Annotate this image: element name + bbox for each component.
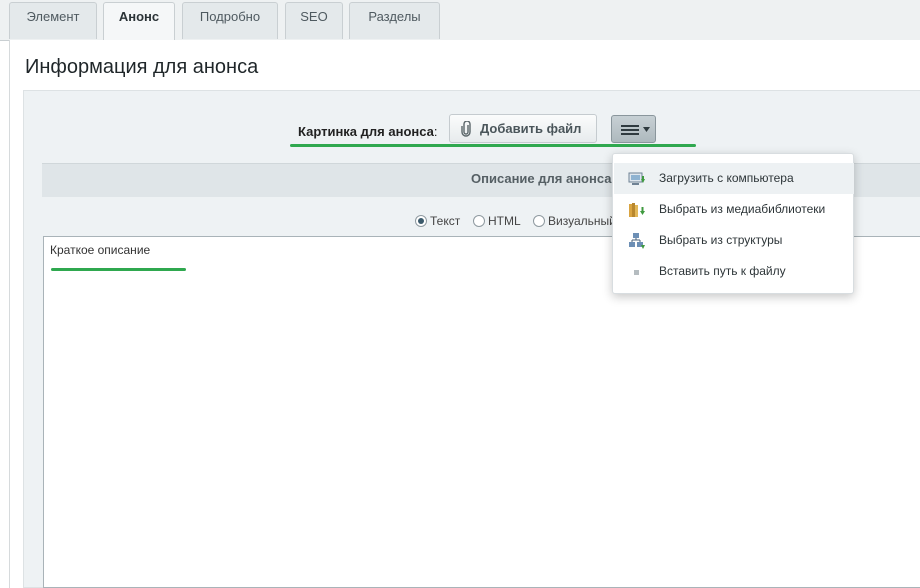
radio-button-checked[interactable] [415,215,427,227]
picture-label: Картинка для анонса: [298,124,437,139]
description-title: Описание для анонса [471,171,612,186]
bullet-icon [634,270,639,275]
radio-button[interactable] [533,215,545,227]
file-source-dropdown: Загрузить с компьютера Выбрать из медиаб… [612,153,854,294]
file-menu-button[interactable] [611,115,656,143]
radio-text-label: Текст [430,214,461,228]
tab-sections[interactable]: Разделы [349,2,440,39]
radio-button[interactable] [473,215,485,227]
tab-details[interactable]: Подробно [182,2,278,39]
menu-item-label: Выбрать из структуры [659,233,783,247]
menu-item-structure[interactable]: Выбрать из структуры [614,225,854,256]
highlight-underline [290,144,696,147]
media-library-icon [629,203,645,217]
menu-item-label: Загрузить с компьютера [659,171,794,185]
radio-visual[interactable]: Визуальный [533,214,616,228]
highlight-underline-description [51,268,186,271]
radio-html-label: HTML [488,214,521,228]
add-file-button[interactable]: Добавить файл [449,114,597,143]
tab-bar: Элемент Анонс Подробно SEO Разделы [0,0,920,42]
structure-icon [629,233,645,249]
radio-visual-label: Визуальный [548,214,616,228]
paperclip-icon [461,121,471,137]
page-title: Информация для анонса [25,56,259,78]
picture-label-colon: : [433,124,438,139]
radio-html[interactable]: HTML [473,214,521,228]
menu-item-label: Вставить путь к файлу [659,264,786,278]
menu-item-label: Выбрать из медиабиблиотеки [659,202,826,216]
tab-announce[interactable]: Анонс [103,2,175,42]
picture-label-text: Картинка для анонса [298,124,434,139]
menu-item-insert-path[interactable]: Вставить путь к файлу [614,256,854,287]
tab-element[interactable]: Элемент [9,2,97,39]
add-file-label: Добавить файл [480,121,582,136]
hamburger-icon [621,125,639,135]
menu-item-upload-computer[interactable]: Загрузить с компьютера [614,163,854,194]
chevron-down-icon [643,127,650,132]
tab-seo[interactable]: SEO [285,2,343,39]
radio-text[interactable]: Текст [415,214,460,228]
description-textarea-value: Краткое описание [50,243,151,257]
upload-computer-icon [628,172,645,185]
menu-item-media-library[interactable]: Выбрать из медиабиблиотеки [614,194,854,225]
